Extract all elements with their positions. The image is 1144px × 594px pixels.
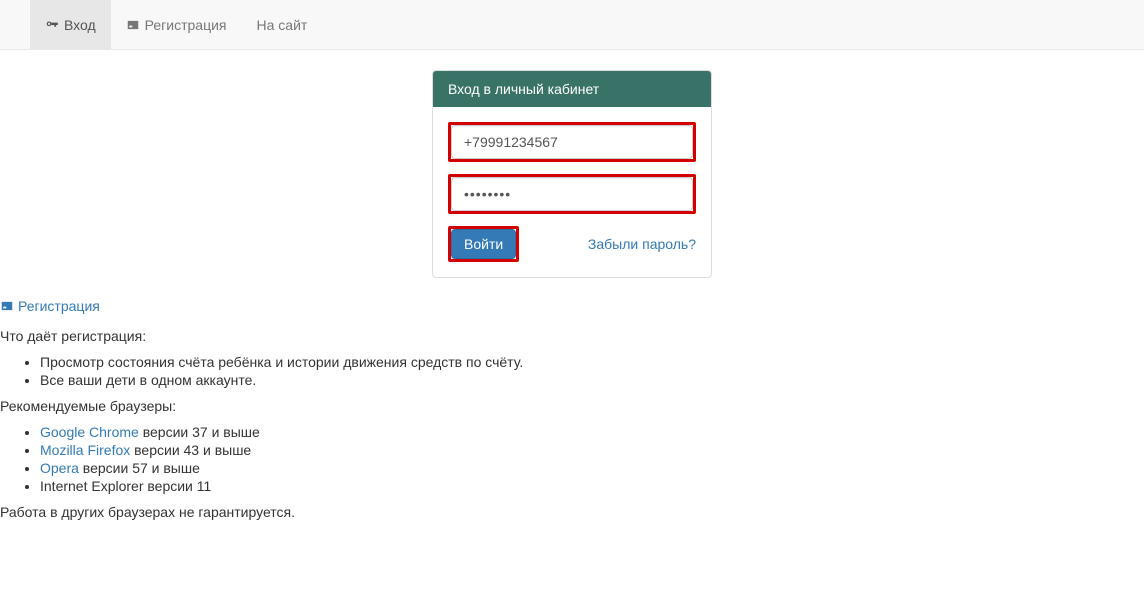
phone-highlight <box>448 122 696 162</box>
browser-version-text: версии 57 и выше <box>79 460 200 476</box>
list-item: Internet Explorer версии 11 <box>40 478 1144 494</box>
navbar: Вход Регистрация На сайт <box>0 0 1144 50</box>
login-panel-title: Вход в личный кабинет <box>433 71 711 107</box>
recommended-heading: Рекомендуемые браузеры: <box>0 398 1144 414</box>
disclaimer-text: Работа в других браузерах не гарантирует… <box>0 504 1144 520</box>
register-link-label: Регистрация <box>18 298 100 314</box>
password-highlight <box>448 174 696 214</box>
login-button[interactable]: Войти <box>451 229 516 259</box>
info-section: Регистрация Что даёт регистрация: Просмо… <box>0 298 1144 550</box>
forgot-password-link[interactable]: Забыли пароль? <box>588 236 696 252</box>
nav-login-label: Вход <box>64 17 96 33</box>
login-panel: Вход в личный кабинет Войти Забыли парол… <box>432 70 712 278</box>
id-card-icon <box>0 299 14 313</box>
browser-link[interactable]: Mozilla Firefox <box>40 442 130 458</box>
password-input[interactable] <box>451 177 693 211</box>
list-item: Mozilla Firefox версии 43 и выше <box>40 442 1144 458</box>
browser-link[interactable]: Opera <box>40 460 79 476</box>
nav-site[interactable]: На сайт <box>242 0 323 49</box>
nav-site-label: На сайт <box>257 17 308 33</box>
login-panel-wrap: Вход в личный кабинет Войти Забыли парол… <box>0 70 1144 278</box>
browser-version-text: версии 43 и выше <box>130 442 251 458</box>
list-item: Просмотр состояния счёта ребёнка и истор… <box>40 354 1144 370</box>
browser-version-text: версии 37 и выше <box>139 424 260 440</box>
what-gives-heading: Что даёт регистрация: <box>0 328 1144 344</box>
browsers-list: Google Chrome версии 37 и выше Mozilla Fi… <box>0 424 1144 494</box>
phone-input[interactable] <box>451 125 693 159</box>
login-button-row: Войти Забыли пароль? <box>448 226 696 262</box>
nav-register-label: Регистрация <box>145 17 227 33</box>
register-link[interactable]: Регистрация <box>0 298 100 314</box>
login-panel-body: Войти Забыли пароль? <box>433 107 711 277</box>
list-item: Opera версии 57 и выше <box>40 460 1144 476</box>
benefits-list: Просмотр состояния счёта ребёнка и истор… <box>0 354 1144 388</box>
key-icon <box>45 18 59 32</box>
nav-register[interactable]: Регистрация <box>111 0 242 49</box>
id-card-icon <box>126 18 140 32</box>
list-item: Все ваши дети в одном аккаунте. <box>40 372 1144 388</box>
nav-login[interactable]: Вход <box>30 0 111 49</box>
list-item: Google Chrome версии 37 и выше <box>40 424 1144 440</box>
browser-version-text: Internet Explorer версии 11 <box>40 478 211 494</box>
browser-link[interactable]: Google Chrome <box>40 424 139 440</box>
login-button-highlight: Войти <box>448 226 519 262</box>
